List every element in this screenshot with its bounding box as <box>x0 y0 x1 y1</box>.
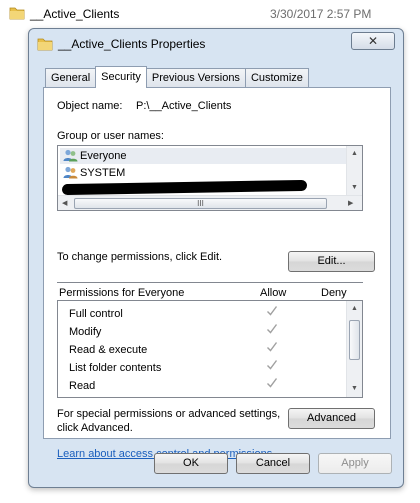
apply-button[interactable]: Apply <box>318 453 392 474</box>
explorer-file-name: __Active_Clients <box>30 7 120 21</box>
folder-icon <box>37 37 53 54</box>
permission-name: Read <box>69 380 96 392</box>
scroll-thumb[interactable] <box>349 320 360 360</box>
tab-security[interactable]: Security <box>95 66 147 88</box>
explorer-file-date: 3/30/2017 2:57 PM <box>270 7 372 21</box>
list-item-system[interactable]: SYSTEM <box>60 165 346 181</box>
tab-general[interactable]: General <box>45 68 97 88</box>
tab-strip: General Security Previous Versions Custo… <box>45 66 309 88</box>
user-name: SYSTEM <box>80 167 126 179</box>
properties-dialog: __Active_Clients Properties ✕ General Se… <box>28 28 404 488</box>
redaction-mark <box>61 179 308 196</box>
permission-name: Full control <box>69 308 123 320</box>
scroll-thumb[interactable]: III <box>74 198 327 209</box>
scroll-down-arrow-icon[interactable]: ▼ <box>351 184 358 191</box>
permission-row: Modify <box>58 323 348 341</box>
special-permissions-text-2: click Advanced. <box>57 422 133 434</box>
user-list[interactable]: Everyone SYSTEM ▲ ▼ ◀ III ▶ <box>57 145 363 211</box>
permission-row: List folder contents <box>58 359 348 377</box>
deny-column-header: Deny <box>321 287 347 299</box>
check-icon <box>266 377 278 395</box>
check-icon <box>266 323 278 341</box>
cancel-button[interactable]: Cancel <box>236 453 310 474</box>
explorer-file-row[interactable]: __Active_Clients 3/30/2017 2:57 PM <box>0 0 420 28</box>
advanced-button[interactable]: Advanced <box>288 408 375 429</box>
user-group-icon <box>63 166 78 184</box>
security-tab-panel: Object name: P:\__Active_Clients Group o… <box>43 87 391 460</box>
permission-row: Read <box>58 377 348 395</box>
scroll-down-arrow-icon[interactable]: ▼ <box>351 385 358 392</box>
user-name: Everyone <box>80 150 127 162</box>
close-icon: ✕ <box>367 34 379 48</box>
permission-name: Modify <box>69 326 102 338</box>
check-icon <box>266 341 278 359</box>
edit-button[interactable]: Edit... <box>288 251 375 272</box>
tab-previous-versions[interactable]: Previous Versions <box>145 68 246 88</box>
dialog-title: __Active_Clients Properties <box>58 37 206 51</box>
group-names-label: Group or user names: <box>57 130 164 142</box>
scroll-up-arrow-icon[interactable]: ▲ <box>351 305 358 312</box>
permission-name: List folder contents <box>69 362 162 374</box>
object-name-label: Object name: <box>57 100 123 112</box>
user-list-vscrollbar[interactable]: ▲ ▼ <box>346 146 362 197</box>
permission-name: Read & execute <box>69 344 148 356</box>
list-item-everyone[interactable]: Everyone <box>60 148 346 164</box>
allow-column-header: Allow <box>260 287 287 299</box>
permissions-list[interactable]: Full control Modify Read & execute List … <box>57 300 363 398</box>
divider <box>57 282 363 283</box>
scroll-left-arrow-icon[interactable]: ◀ <box>62 199 67 207</box>
ok-button[interactable]: OK <box>154 453 228 474</box>
permission-row: Read & execute <box>58 341 348 359</box>
user-list-hscrollbar[interactable]: ◀ III ▶ <box>58 195 362 210</box>
object-name-value: P:\__Active_Clients <box>136 100 232 112</box>
special-permissions-text: For special permissions or advanced sett… <box>57 408 281 420</box>
change-permissions-text: To change permissions, click Edit. <box>57 251 223 263</box>
check-icon <box>266 359 278 377</box>
folder-icon <box>9 6 25 23</box>
tab-customize[interactable]: Customize <box>244 68 309 88</box>
scroll-up-arrow-icon[interactable]: ▲ <box>351 150 358 157</box>
permissions-header: Permissions for Everyone <box>59 287 185 299</box>
check-icon <box>266 305 278 323</box>
dialog-titlebar[interactable]: __Active_Clients Properties ✕ <box>29 29 403 59</box>
scroll-right-arrow-icon[interactable]: ▶ <box>348 199 353 207</box>
permissions-vscrollbar[interactable]: ▲ ▼ <box>346 301 362 397</box>
close-button[interactable]: ✕ <box>351 32 395 50</box>
permission-row: Full control <box>58 305 348 323</box>
